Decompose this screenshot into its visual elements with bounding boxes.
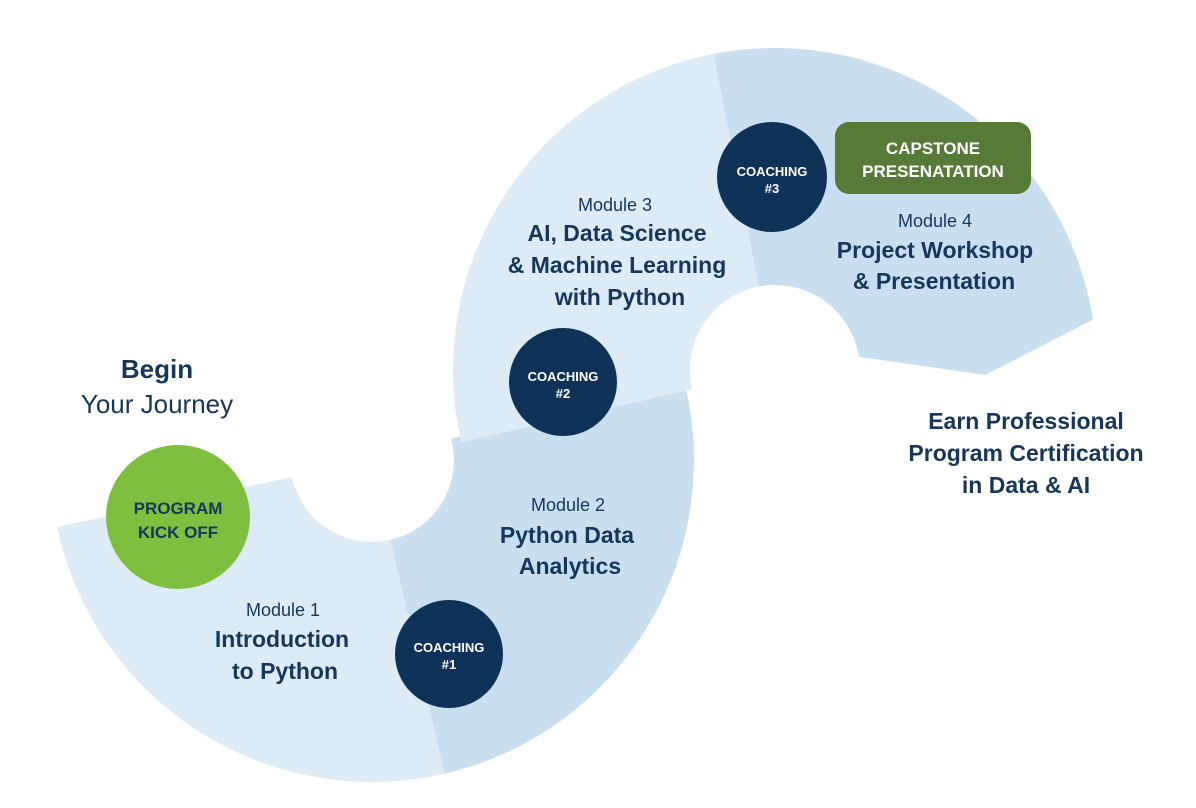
module-2-title-line2: Analytics — [519, 553, 621, 579]
module-3-title-line1: AI, Data Science — [528, 220, 707, 246]
module-1-title-line1: Introduction — [215, 626, 349, 652]
coaching-1-line2: #1 — [442, 657, 456, 672]
capstone-badge — [835, 122, 1031, 194]
finish-line1: Earn Professional — [928, 408, 1124, 434]
program-journey-diagram: Begin Your Journey PROGRAM KICK OFF Modu… — [57, 47, 1144, 782]
module-3-title-line3: with Python — [554, 284, 685, 310]
module-1-title-line2: to Python — [232, 658, 338, 684]
capstone-line2: PRESENATATION — [862, 162, 1004, 181]
module-4-label: Module 4 — [898, 211, 972, 231]
module-4-title-line1: Project Workshop — [837, 237, 1033, 263]
module-3-label: Module 3 — [578, 195, 652, 215]
capstone-line1: CAPSTONE — [886, 139, 980, 158]
coaching-2-line1: COACHING — [528, 369, 599, 384]
module-4-title-line2: & Presentation — [853, 268, 1015, 294]
your-journey-text: Your Journey — [81, 389, 233, 419]
finish-line2: Program Certification — [908, 440, 1143, 466]
module-2-label: Module 2 — [531, 495, 605, 515]
module-1-label: Module 1 — [246, 600, 320, 620]
finish-line3: in Data & AI — [962, 472, 1090, 498]
kickoff-line1: PROGRAM — [134, 499, 223, 518]
module-2-title-line1: Python Data — [500, 522, 634, 548]
kickoff-line2: KICK OFF — [138, 523, 218, 542]
coaching-2-line2: #2 — [556, 386, 570, 401]
begin-heading: Begin — [121, 354, 193, 384]
module-3-title-line2: & Machine Learning — [508, 252, 727, 278]
coaching-3-line1: COACHING — [737, 164, 808, 179]
coaching-1-line1: COACHING — [414, 640, 485, 655]
coaching-3-line2: #3 — [765, 181, 779, 196]
